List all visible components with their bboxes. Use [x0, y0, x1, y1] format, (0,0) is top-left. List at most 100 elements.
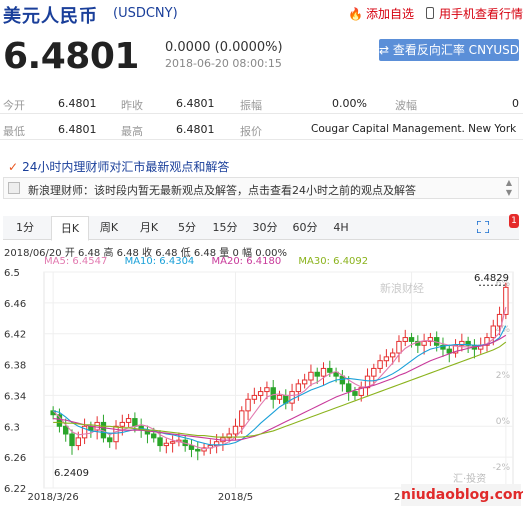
candle-body	[257, 391, 264, 396]
fullscreen-icon[interactable]	[477, 221, 489, 233]
candle-body	[408, 337, 415, 342]
current-price: 6.4801	[3, 36, 139, 77]
min-price-label: 6.2409	[54, 468, 89, 479]
candle-body	[383, 356, 390, 362]
y-tick-label: 6.38	[4, 361, 26, 372]
stat-label: 今开	[3, 99, 25, 112]
news-title[interactable]: ✓ 24小时内理财师对汇市最新观点和解答	[8, 158, 229, 175]
candle-body	[163, 442, 170, 447]
y-tick-label: 6.5	[4, 268, 20, 279]
x-tick-label: 2018/5	[218, 492, 253, 503]
add-favorite-button[interactable]: 🔥 添加自选	[348, 5, 414, 22]
stat-value: 6.4801	[176, 97, 215, 110]
tab-4h[interactable]: 4H	[327, 216, 355, 240]
page-title: 美元人民币	[3, 6, 98, 27]
candle-body	[113, 425, 119, 443]
tab-30min[interactable]: 30分	[247, 216, 283, 240]
candle-body	[239, 410, 245, 427]
page-header: 美元人民币 (USDCNY) 🔥 添加自选 用手机查看行情	[0, 0, 523, 28]
candle-body	[63, 425, 69, 435]
y-tick-label: 6.22	[4, 484, 26, 495]
phone-icon	[426, 7, 434, 19]
candle-body	[345, 383, 352, 393]
x-tick-label: 2018/3/26	[28, 492, 79, 503]
stat-value: 6.4801	[58, 123, 97, 136]
stat-label: 振幅	[240, 99, 262, 112]
watermark-text: 汇·投资	[453, 474, 487, 485]
stat-value: 0.00%	[332, 97, 367, 110]
right-tick-label: 2%	[496, 371, 511, 381]
avatar	[8, 182, 20, 194]
news-item[interactable]: 新浪理财师：该时段内暂无最新观点及解答，点击查看24小时之前的观点及解答 ▲ ▼	[3, 177, 519, 199]
candle-body	[490, 325, 496, 339]
candle-body	[125, 418, 132, 423]
candle-body	[75, 437, 81, 447]
stat-label: 最高	[121, 125, 143, 138]
mobile-view-label: 用手机查看行情	[439, 7, 523, 21]
stat-label: 昨收	[121, 99, 143, 112]
candle-body	[371, 367, 377, 377]
candle-body	[320, 367, 327, 377]
max-price-label: 6.4829	[474, 273, 509, 284]
stats-row: 今开 6.4801 昨收 6.4801 振幅 0.00% 波幅 0	[0, 92, 523, 114]
candle-body	[151, 433, 157, 439]
flame-icon: 🔥	[348, 7, 363, 21]
stat-value: Cougar Capital Management. New York	[311, 123, 517, 135]
candle-body	[396, 340, 402, 354]
candle-body	[232, 425, 239, 435]
tab-15min[interactable]: 15分	[207, 216, 243, 240]
stat-value: 6.4801	[176, 123, 215, 136]
right-tick-label: -2%	[492, 463, 510, 473]
candle-body	[188, 445, 195, 450]
candle-body	[169, 441, 176, 444]
tab-weekly-k[interactable]: 周K	[91, 216, 127, 240]
tab-1min[interactable]: 1分	[3, 216, 47, 240]
y-tick-label: 6.3	[4, 422, 20, 433]
tab-60min[interactable]: 60分	[287, 216, 323, 240]
candle-body	[421, 340, 427, 346]
candle-body	[69, 433, 75, 447]
candle-body	[157, 437, 163, 447]
stat-label: 最低	[3, 125, 25, 138]
quote-time: 2018-06-20 08:00:15	[165, 57, 282, 70]
candle-body	[270, 387, 276, 400]
stats-row: 最低 6.4801 最高 6.4801 报价 Cougar Capital Ma…	[0, 118, 523, 140]
blog-watermark: niudaoblog.com	[401, 484, 523, 506]
tab-5min[interactable]: 5分	[171, 216, 203, 240]
candle-body	[352, 391, 358, 396]
right-tick-label: 0%	[496, 417, 511, 427]
candle-body	[503, 286, 509, 315]
candle-body	[308, 371, 314, 381]
stat-label: 报价	[240, 125, 262, 138]
tab-daily-k[interactable]: 日K	[51, 216, 89, 241]
add-favorite-label: 添加自选	[365, 7, 414, 21]
candle-body	[289, 391, 295, 404]
sina-finance-watermark: 新浪财经	[380, 282, 424, 295]
candle-body	[339, 375, 346, 385]
mobile-view-button[interactable]: 用手机查看行情	[426, 5, 523, 22]
candle-body	[251, 394, 258, 400]
y-tick-label: 6.26	[4, 453, 26, 464]
kline-chart[interactable]: 6.56.466.426.386.346.36.266.226%4%2%0%-2…	[0, 266, 523, 508]
tab-monthly-k[interactable]: 月K	[131, 216, 167, 240]
candle-body	[276, 394, 283, 400]
candle-body	[245, 398, 251, 412]
candle-body	[446, 348, 452, 354]
candle-body	[264, 387, 270, 393]
news-item-text: 新浪理财师：该时段内暂无最新观点及解答，点击查看24小时之前的观点及解答	[28, 184, 416, 197]
symbol-code: (USDCNY)	[113, 6, 178, 21]
scroll-arrows-icon[interactable]: ▲ ▼	[506, 178, 512, 198]
y-tick-label: 6.46	[4, 299, 26, 310]
candle-body	[107, 437, 113, 443]
candle-body	[295, 383, 302, 393]
price-change: 0.0000 (0.0000%)	[165, 40, 283, 55]
candle-body	[314, 371, 320, 377]
notification-badge[interactable]: 1	[509, 214, 519, 228]
y-tick-label: 6.42	[4, 330, 26, 341]
plot-frame	[43, 271, 514, 489]
reverse-rate-button[interactable]: ⇄ 查看反向汇率 CNYUSD	[379, 39, 519, 61]
stat-value: 0	[512, 97, 519, 110]
y-tick-label: 6.34	[4, 391, 26, 402]
candle-body	[119, 421, 126, 427]
news-title-label: 24小时内理财师对汇市最新观点和解答	[22, 160, 230, 174]
